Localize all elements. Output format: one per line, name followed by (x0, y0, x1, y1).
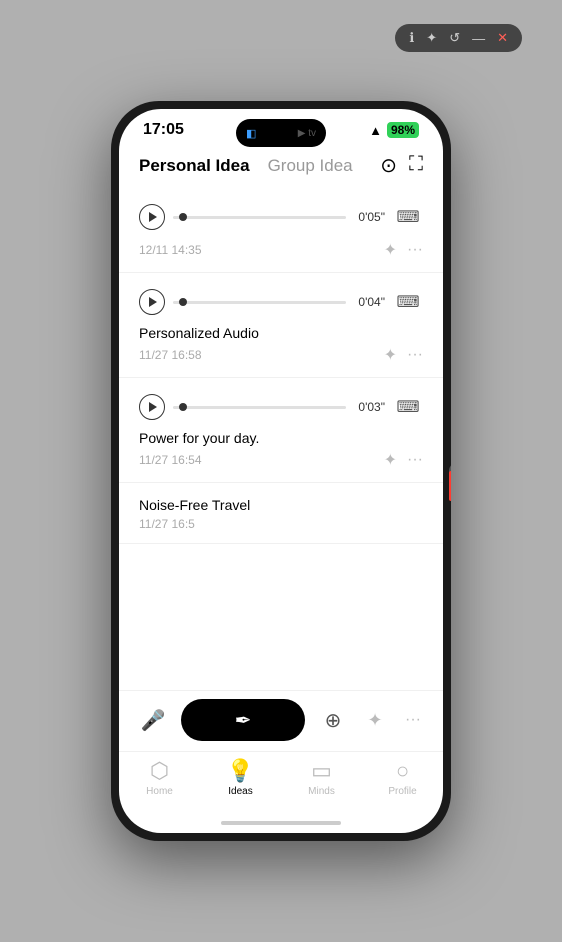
mic-button[interactable]: 🎤 (135, 702, 171, 738)
translate-icon-1: ⌨ (396, 207, 419, 227)
refresh-icon[interactable]: ↺ (449, 30, 460, 46)
sparkle-icon-3[interactable]: ✦ (384, 450, 397, 470)
card-date-1: 12/11 14:35 (139, 243, 202, 257)
status-bar: 17:05 ◧ ▶ tv ▲ 98% (119, 109, 443, 145)
duration-1: 0'05" (358, 210, 385, 224)
status-icons: ▲ 98% (369, 122, 419, 138)
audio-player-row-1: 0'05" ⌨ (139, 202, 423, 232)
minds-nav-icon: ▭ (311, 758, 332, 784)
status-time: 17:05 (143, 121, 184, 139)
mic-icon: 🎤 (141, 708, 166, 733)
home-indicator (119, 813, 443, 833)
card-footer-3: 11/27 16:54 ✦ ··· (139, 450, 423, 470)
minimize-icon[interactable]: — (472, 31, 485, 46)
bottom-input-bar: 🎤 ✒ ⊕ ✦ ··· (119, 690, 443, 751)
progress-dot-1 (179, 213, 187, 221)
nav-item-ideas[interactable]: 💡 Ideas (211, 758, 271, 797)
ellipsis-icon: ··· (405, 711, 421, 729)
more-icon-3[interactable]: ··· (407, 451, 423, 469)
more-options-button[interactable]: ··· (399, 706, 427, 734)
phone-frame: › 17:05 ◧ ▶ tv ▲ 98% Personal Idea Group… (111, 101, 451, 841)
card-actions-3: ✦ ··· (384, 450, 423, 470)
card-footer-2: 11/27 16:58 ✦ ··· (139, 345, 423, 365)
translate-icon-2: ⌨ (396, 292, 419, 312)
dynamic-island-right-label: ▶ tv (298, 128, 316, 139)
home-bar (221, 821, 341, 825)
tab-header: Personal Idea Group Idea ⊙ ⛶ (119, 145, 443, 184)
card-date-3: 11/27 16:54 (139, 453, 202, 467)
card-footer-1: 12/11 14:35 ✦ ··· (139, 240, 423, 260)
card-actions-2: ✦ ··· (384, 345, 423, 365)
progress-bar-1[interactable] (173, 216, 346, 219)
speaker-icon: ⊕ (325, 708, 342, 733)
dynamic-island: ◧ ▶ tv (236, 119, 326, 147)
close-icon[interactable]: ✕ (497, 30, 508, 46)
nav-item-home[interactable]: ⬡ Home (130, 758, 190, 797)
progress-bar-3[interactable] (173, 406, 346, 409)
record-icon: ✒ (235, 708, 252, 733)
dynamic-island-left-icon: ◧ (246, 127, 256, 140)
audio-card-3: 0'03" ⌨ Power for your day. 11/27 16:54 … (119, 378, 443, 483)
search-icon[interactable]: ⊙ (380, 153, 397, 178)
card-title-3: Power for your day. (139, 430, 423, 446)
card-actions-1: ✦ ··· (384, 240, 423, 260)
phone-screen: 17:05 ◧ ▶ tv ▲ 98% Personal Idea Group I… (119, 109, 443, 833)
home-nav-label: Home (146, 786, 173, 797)
add-button[interactable]: ✦ (361, 706, 389, 734)
bottom-navigation: ⬡ Home 💡 Ideas ▭ Minds ○ Profile (119, 751, 443, 813)
home-nav-icon: ⬡ (150, 758, 169, 784)
card-footer-4: 11/27 16:5 (139, 517, 423, 531)
tab-personal-idea[interactable]: Personal Idea (139, 156, 250, 176)
star-icon[interactable]: ✦ (426, 30, 437, 46)
info-icon[interactable]: ℹ (409, 30, 414, 46)
scroll-area[interactable]: 0'05" ⌨ 12/11 14:35 ✦ ··· (119, 184, 443, 690)
expand-icon[interactable]: ⛶ (409, 153, 423, 178)
nav-item-profile[interactable]: ○ Profile (373, 758, 433, 797)
sparkle-icon-2[interactable]: ✦ (384, 345, 397, 365)
tab-group-idea[interactable]: Group Idea (268, 156, 353, 176)
progress-dot-2 (179, 298, 187, 306)
record-button[interactable]: ✒ (181, 699, 305, 741)
nav-item-minds[interactable]: ▭ Minds (292, 758, 352, 797)
header-icons: ⊙ ⛶ (380, 153, 423, 178)
play-triangle-3 (149, 402, 157, 412)
play-button-2[interactable] (139, 289, 165, 315)
sparkle-add-icon: ✦ (367, 710, 382, 731)
duration-3: 0'03" (358, 400, 385, 414)
audio-player-row-2: 0'04" ⌨ (139, 287, 423, 317)
audio-card-1: 0'05" ⌨ 12/11 14:35 ✦ ··· (119, 188, 443, 273)
side-indicator (449, 471, 451, 501)
card-title-2: Personalized Audio (139, 325, 423, 341)
ideas-nav-label: Ideas (228, 786, 252, 797)
play-button-1[interactable] (139, 204, 165, 230)
card-date-4: 11/27 16:5 (139, 517, 195, 531)
window-bar: ℹ ✦ ↺ — ✕ (395, 24, 522, 52)
minds-nav-label: Minds (308, 786, 335, 797)
progress-dot-3 (179, 403, 187, 411)
sparkle-icon-1[interactable]: ✦ (384, 240, 397, 260)
translate-button-3[interactable]: ⌨ (393, 392, 423, 422)
speaker-button[interactable]: ⊕ (315, 702, 351, 738)
play-triangle-2 (149, 297, 157, 307)
battery-indicator: 98% (387, 122, 419, 138)
audio-card-2: 0'04" ⌨ Personalized Audio 11/27 16:58 ✦… (119, 273, 443, 378)
profile-nav-label: Profile (388, 786, 416, 797)
more-icon-2[interactable]: ··· (407, 346, 423, 364)
duration-2: 0'04" (358, 295, 385, 309)
audio-card-4: Noise-Free Travel 11/27 16:5 (119, 483, 443, 544)
profile-nav-icon: ○ (396, 758, 409, 784)
translate-button-2[interactable]: ⌨ (393, 287, 423, 317)
more-icon-1[interactable]: ··· (407, 241, 423, 259)
audio-player-row-3: 0'03" ⌨ (139, 392, 423, 422)
translate-button-1[interactable]: ⌨ (393, 202, 423, 232)
translate-icon-3: ⌨ (396, 397, 419, 417)
ideas-nav-icon: 💡 (227, 758, 254, 784)
play-triangle-1 (149, 212, 157, 222)
wifi-icon: ▲ (369, 123, 382, 138)
play-button-3[interactable] (139, 394, 165, 420)
card-date-2: 11/27 16:58 (139, 348, 202, 362)
card-title-4: Noise-Free Travel (139, 497, 423, 513)
progress-bar-2[interactable] (173, 301, 346, 304)
